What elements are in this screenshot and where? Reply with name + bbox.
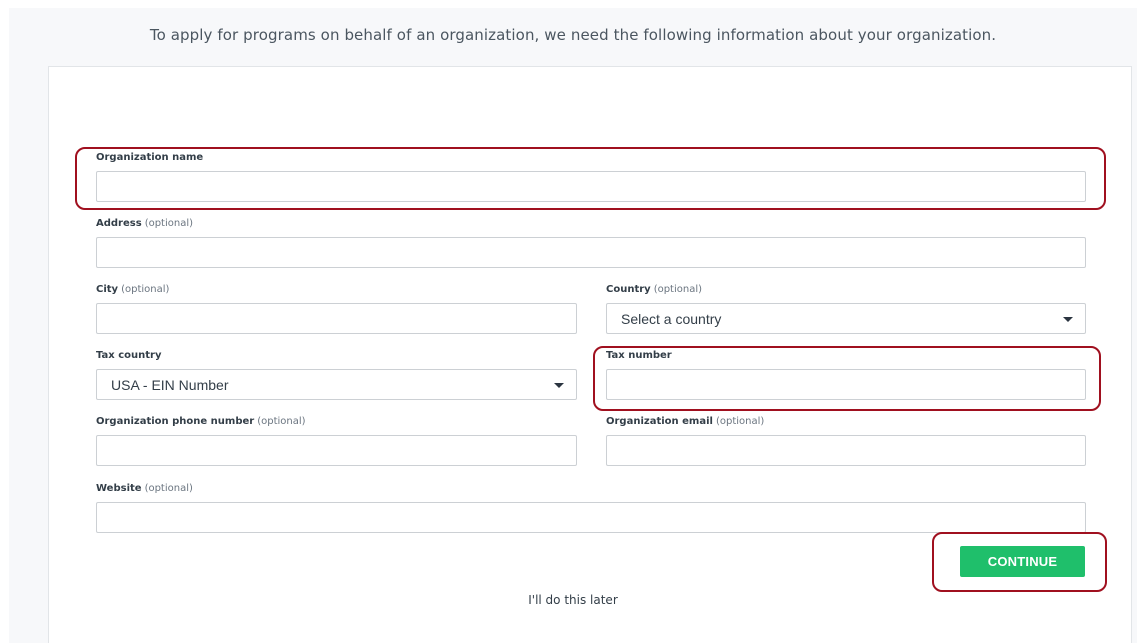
tax-number-label-text: Tax number [606,350,672,361]
optional-tag: (optional) [144,483,193,494]
phone-input[interactable] [96,435,577,466]
organization-name-label-text: Organization name [96,152,204,163]
country-label: Country (optional) [606,284,702,295]
city-label-text: City [96,284,119,295]
chevron-down-icon [1063,317,1073,322]
continue-button[interactable]: CONTINUE [960,546,1085,577]
country-selected-value: Select a country [621,310,722,327]
address-input[interactable] [96,237,1086,268]
city-label: City (optional) [96,284,169,295]
email-input[interactable] [606,435,1086,466]
tax-country-label-text: Tax country [96,350,162,361]
website-label: Website (optional) [96,483,193,494]
phone-label: Organization phone number (optional) [96,416,306,427]
email-label-text: Organization email [606,416,713,427]
phone-label-text: Organization phone number [96,416,255,427]
optional-tag: (optional) [144,218,194,229]
tax-country-selected-value: USA - EIN Number [111,376,229,393]
do-this-later-link[interactable]: I'll do this later [0,593,1146,607]
optional-tag: (optional) [653,284,703,295]
address-label: Address (optional) [96,218,193,229]
address-label-text: Address [96,218,142,229]
intro-text: To apply for programs on behalf of an or… [149,26,997,44]
optional-tag: (optional) [121,284,170,295]
optional-tag: (optional) [257,416,306,427]
organization-name-input[interactable] [96,171,1086,202]
email-label: Organization email (optional) [606,416,764,427]
website-input[interactable] [96,502,1086,533]
country-label-text: Country [606,284,651,295]
optional-tag: (optional) [715,416,765,427]
country-select[interactable]: Select a country [606,303,1086,334]
tax-number-input[interactable] [606,369,1086,400]
tax-country-label: Tax country [96,350,161,361]
organization-name-label: Organization name [96,152,203,163]
city-input[interactable] [96,303,577,334]
chevron-down-icon [554,383,564,388]
website-label-text: Website [96,483,142,494]
tax-number-label: Tax number [606,350,672,361]
tax-country-select[interactable]: USA - EIN Number [96,369,577,400]
